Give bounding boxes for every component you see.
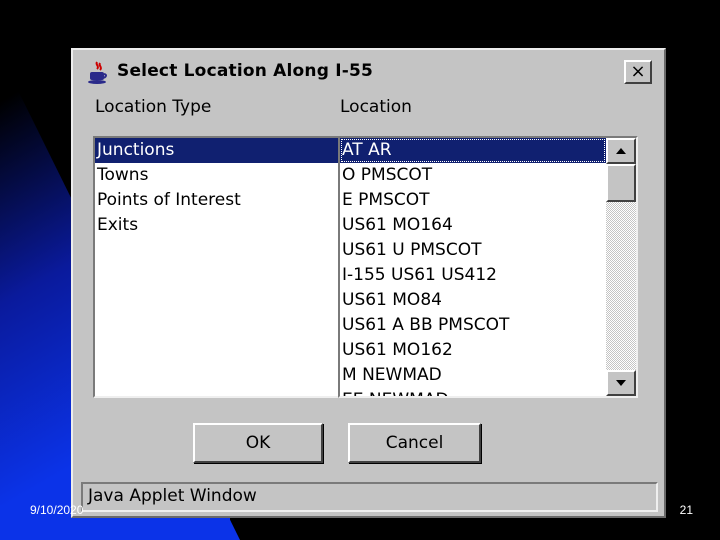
location-type-label: Location Type [95, 97, 212, 117]
close-button[interactable]: × [624, 60, 652, 84]
list-item[interactable]: AT AR [340, 138, 606, 163]
location-label: Location [340, 97, 412, 117]
scrollbar-thumb[interactable] [606, 164, 636, 202]
dialog-title: Select Location Along I-55 [117, 61, 374, 81]
list-item[interactable]: US61 MO84 [340, 288, 606, 313]
location-list[interactable]: AT AR O PMSCOT E PMSCOT US61 MO164 US61 … [338, 136, 638, 398]
list-item-towns[interactable]: Towns [95, 163, 349, 188]
list-item[interactable]: US61 A BB PMSCOT [340, 313, 606, 338]
scroll-up-button[interactable] [606, 138, 636, 164]
list-item[interactable]: O PMSCOT [340, 163, 606, 188]
list-item-points-of-interest[interactable]: Points of Interest [95, 188, 349, 213]
java-coffee-cup-icon [88, 61, 107, 84]
list-item[interactable]: EE NEWMAD [340, 388, 606, 396]
location-type-list[interactable]: Junctions Towns Points of Interest Exits [93, 136, 351, 398]
slide-page-number: 21 [679, 503, 693, 517]
list-item[interactable]: US61 MO162 [340, 338, 606, 363]
list-item[interactable]: E PMSCOT [340, 188, 606, 213]
dialog-titlebar[interactable]: Select Location Along I-55 × [81, 58, 656, 88]
location-list-scrollbar[interactable] [606, 138, 636, 396]
close-icon: × [630, 61, 646, 82]
applet-status-bar: Java Applet Window [81, 482, 658, 512]
list-item[interactable]: US61 U PMSCOT [340, 238, 606, 263]
list-item-exits[interactable]: Exits [95, 213, 349, 238]
ok-button[interactable]: OK [193, 423, 323, 463]
triangle-up-icon [616, 148, 626, 154]
list-item[interactable]: I-155 US61 US412 [340, 263, 606, 288]
slide-date: 9/10/2020 [30, 503, 84, 517]
list-item-junctions[interactable]: Junctions [95, 138, 349, 163]
list-item[interactable]: US61 MO164 [340, 213, 606, 238]
scroll-down-button[interactable] [606, 370, 636, 396]
cancel-button[interactable]: Cancel [348, 423, 481, 463]
triangle-down-icon [616, 380, 626, 386]
list-item[interactable]: M NEWMAD [340, 363, 606, 388]
select-location-dialog: Select Location Along I-55 × Location Ty… [71, 48, 666, 518]
